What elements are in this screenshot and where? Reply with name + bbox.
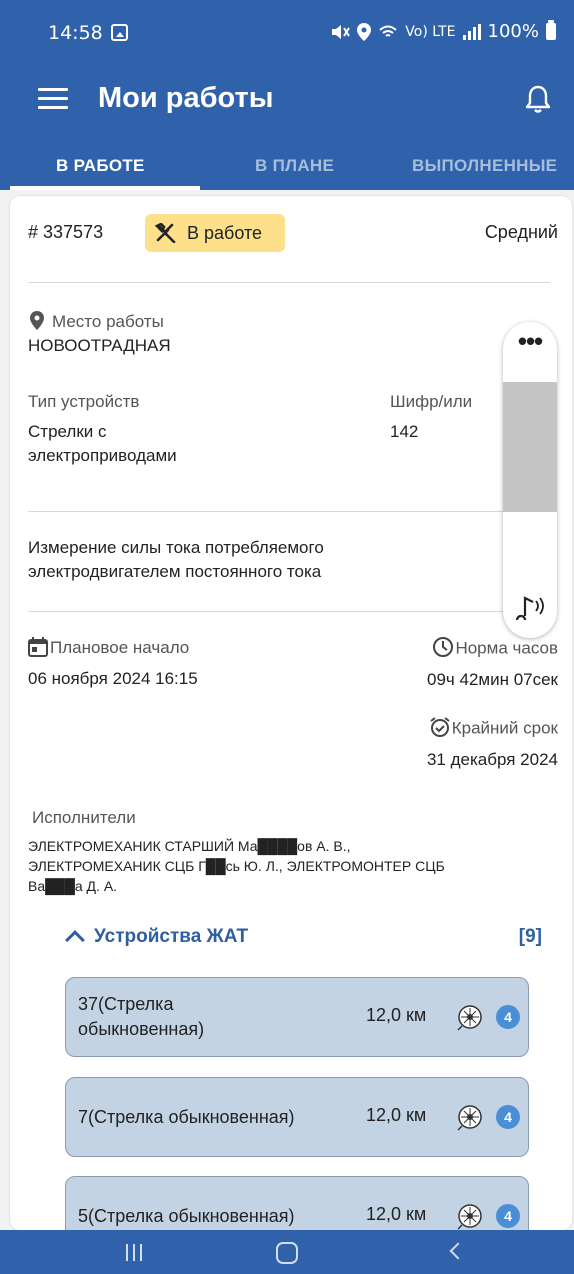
executors-line1: ЭЛЕКТРОМЕХАНИК СТАРШИЙ Ма████ов А. В., xyxy=(28,838,351,854)
divider xyxy=(28,511,550,512)
deadline-value: 31 декабря 2024 xyxy=(426,750,558,769)
recent-apps-icon[interactable] xyxy=(126,1244,144,1261)
device-count-badge: 4 xyxy=(496,1204,520,1228)
norm-block: Норма часов 09ч 42мин 07сек xyxy=(427,636,558,692)
device-name-line1: 37(Стрелка xyxy=(78,994,174,1014)
divider xyxy=(28,611,550,612)
tools-icon xyxy=(155,223,176,243)
priority-label: Средний xyxy=(484,222,558,242)
task-card[interactable]: # 337573 В работе Средний Место работы Н… xyxy=(10,196,572,1230)
code-value: 142 xyxy=(390,422,419,441)
devices-section-title[interactable]: Устройства ЖАТ xyxy=(94,926,248,948)
back-icon[interactable] xyxy=(449,1242,467,1260)
location-block: Место работы НОВООТРАДНАЯ xyxy=(28,310,171,358)
signal-icon xyxy=(462,23,481,40)
app-header: 14:58 Vo) LTE 100% Мои работы В РАБОТЕ В… xyxy=(0,0,574,190)
device-count-badge: 4 xyxy=(496,1105,520,1129)
device-name: 7(Стрелка обыкновенная) xyxy=(78,1107,295,1127)
menu-icon[interactable] xyxy=(38,88,68,110)
more-options-icon[interactable]: ••• xyxy=(503,328,557,354)
wifi-calling-icon xyxy=(379,25,397,37)
status-icons: Vo) LTE 100% xyxy=(330,20,556,42)
code-block: Шифр/или 142 xyxy=(390,390,472,444)
description-block: Измерение силы тока потребляемого электр… xyxy=(28,536,324,584)
floating-media-panel[interactable]: ••• xyxy=(503,322,557,638)
location-label: Место работы xyxy=(52,312,164,331)
device-name: 37(Стрелка обыкновенная) xyxy=(78,992,204,1042)
location-value: НОВООТРАДНАЯ xyxy=(28,336,171,356)
home-icon[interactable] xyxy=(276,1242,298,1264)
executors-line3: Ва███а Д. А. xyxy=(28,878,118,894)
device-type-value-line2: электроприводами xyxy=(28,446,177,465)
executors-list: ЭЛЕКТРОМЕХАНИК СТАРШИЙ Ма████ов А. В., Э… xyxy=(28,836,445,896)
devices-section-count: [9] xyxy=(518,926,542,947)
location-icon xyxy=(357,22,372,41)
device-type-label: Тип устройств xyxy=(28,392,140,411)
device-name-line2: обыкновенная) xyxy=(78,1019,205,1039)
gallery-notification-icon xyxy=(111,24,128,41)
device-type-value: Стрелки с электроприводами xyxy=(28,420,177,468)
norm-label: Норма часов xyxy=(455,638,558,658)
clock-icon xyxy=(433,637,454,657)
status-bar: 14:58 Vo) LTE 100% xyxy=(0,0,574,62)
app-bar: Мои работы xyxy=(0,62,574,138)
description-line2: электродвигателем постоянного тока xyxy=(28,562,322,581)
bell-icon[interactable] xyxy=(524,84,552,114)
device-distance: 12,0 км xyxy=(366,1005,427,1025)
divider xyxy=(28,282,550,283)
mute-icon xyxy=(332,24,351,39)
norm-value: 09ч 42мин 07сек xyxy=(427,670,558,689)
device-distance: 12,0 км xyxy=(366,1105,427,1125)
chevron-up-icon[interactable] xyxy=(65,930,85,950)
task-number: # 337573 xyxy=(28,222,104,242)
compass-icon[interactable] xyxy=(455,1002,485,1032)
device-item[interactable]: 37(Стрелка обыкновенная) 12,0 км 4 xyxy=(65,977,529,1057)
executors-line2: ЭЛЕКТРОМЕХАНИК СЦБ Г██сь Ю. Л., ЭЛЕКТРОМ… xyxy=(28,858,445,874)
network-type: Vo) LTE xyxy=(405,23,456,40)
code-label: Шифр/или xyxy=(390,392,473,411)
deadline-block: Крайний срок 31 декабря 2024 xyxy=(427,716,558,772)
device-item[interactable]: 5(Стрелка обыкновенная) 12,0 км 4 xyxy=(65,1176,529,1230)
tab-in-work[interactable]: В РАБОТЕ xyxy=(56,156,145,176)
status-badge: В работе xyxy=(145,214,285,252)
battery-percent: 100% xyxy=(487,21,539,42)
sound-icon[interactable] xyxy=(515,592,547,620)
compass-icon[interactable] xyxy=(455,1102,485,1132)
tab-planned[interactable]: В ПЛАНЕ xyxy=(255,156,334,176)
executors-label: Исполнители xyxy=(32,808,136,827)
plan-start-value: 06 ноября 2024 16:15 xyxy=(28,668,198,688)
description-line1: Измерение силы тока потребляемого xyxy=(28,538,324,557)
deadline-label: Крайний срок xyxy=(451,718,558,738)
tab-bar: В РАБОТЕ В ПЛАНЕ ВЫПОЛНЕННЫЕ xyxy=(0,142,574,190)
device-distance: 12,0 км xyxy=(366,1204,427,1224)
battery-icon xyxy=(546,20,556,40)
tab-completed[interactable]: ВЫПОЛНЕННЫЕ xyxy=(412,156,557,176)
status-badge-label: В работе xyxy=(187,222,263,243)
plan-start-block: Плановое начало 06 ноября 2024 16:15 xyxy=(28,636,198,691)
location-pin-icon xyxy=(30,311,44,331)
calendar-icon xyxy=(28,636,48,657)
status-time: 14:58 xyxy=(48,22,103,44)
compass-icon[interactable] xyxy=(455,1201,485,1230)
device-type-block: Тип устройств Стрелки с электроприводами xyxy=(28,390,177,468)
system-navigation-bar xyxy=(0,1230,574,1274)
device-type-value-line1: Стрелки с xyxy=(28,422,107,441)
volume-slider[interactable] xyxy=(503,382,557,512)
plan-start-label: Плановое начало xyxy=(50,638,190,657)
device-item[interactable]: 7(Стрелка обыкновенная) 12,0 км 4 xyxy=(65,1077,529,1157)
device-name: 5(Стрелка обыкновенная) xyxy=(78,1206,295,1226)
device-count-badge: 4 xyxy=(496,1005,520,1029)
executors-block: Исполнители xyxy=(32,806,136,830)
page-title: Мои работы xyxy=(98,82,274,114)
alarm-clock-icon xyxy=(430,717,450,737)
